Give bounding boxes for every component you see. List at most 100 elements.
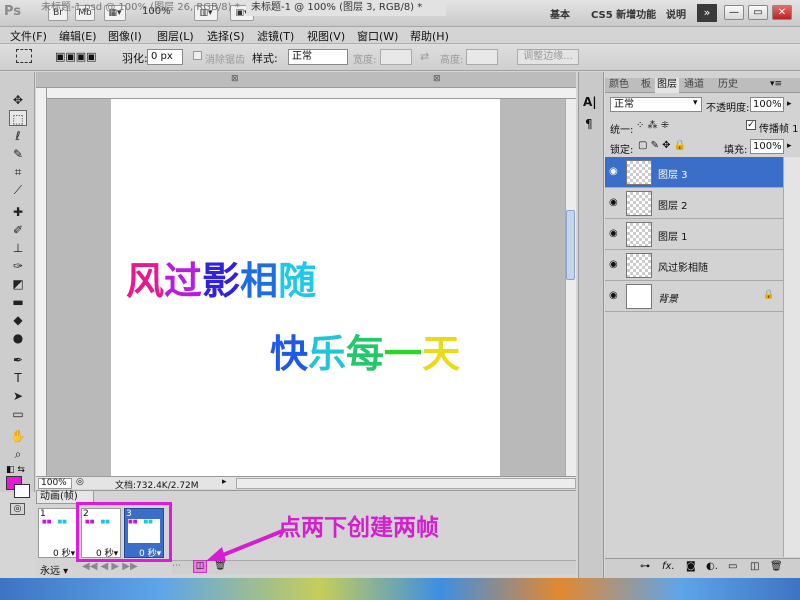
layer-name[interactable]: 背景 [658,290,678,305]
propagate-frame-checkbox[interactable]: ✓ [746,120,756,130]
crop-tool-icon[interactable]: ⌗ [9,164,27,180]
playback-controls-icon[interactable]: ◀◀ ◀ ▶ ▶▶ [82,561,138,572]
opacity-slider-icon[interactable]: ▸ [787,99,792,109]
animation-frame[interactable]: 1 ■■ ■■ 0 秒▾ [38,508,78,559]
opacity-input[interactable]: 100% [750,97,784,112]
eye-icon[interactable]: ◉ [609,290,621,301]
hand-tool-icon[interactable]: ✋ [9,428,27,444]
chevron-down-icon[interactable]: ▾ [693,98,698,108]
blur-tool-icon[interactable]: ◆ [9,312,27,328]
menu-select[interactable]: 选择(S) [207,28,245,44]
tab-layers[interactable]: 图层 [655,78,679,93]
tab-channels[interactable]: 通道 [684,78,704,93]
tab-history[interactable]: 历史 [718,78,738,93]
menu-help[interactable]: 帮助(H) [410,28,449,44]
close-button[interactable]: ✕ [772,5,792,20]
tab-swatches[interactable]: 板 [641,78,651,93]
eye-icon[interactable]: ◉ [609,228,621,239]
minimize-button[interactable]: — [724,5,744,20]
quick-mask-icon[interactable]: ◎ [10,503,25,515]
stamp-tool-icon[interactable]: ⊥ [9,240,27,256]
vertical-scroll-thumb[interactable] [566,210,575,280]
path-select-tool-icon[interactable]: ➤ [9,388,27,404]
layer-name[interactable]: 图层 3 [658,166,688,181]
style-select[interactable]: 正常 [288,49,348,65]
status-menu-icon[interactable]: ◎ [76,477,84,487]
refine-edge-button[interactable]: 调整边缘... [517,49,579,65]
frame-delay[interactable]: 0 秒▾ [53,546,75,559]
width-input[interactable] [380,49,412,65]
menu-edit[interactable]: 编辑(E) [59,28,97,44]
horizontal-scrollbar[interactable] [236,478,576,489]
tab-color[interactable]: 颜色 [609,78,629,93]
blend-mode-select[interactable]: 正常 [610,97,702,112]
horizontal-ruler[interactable] [47,88,576,99]
new-group-icon[interactable]: ▭ [728,561,737,572]
loop-options-select[interactable]: 永远 ▾ [40,562,68,577]
height-input[interactable] [466,49,498,65]
layer-mask-icon[interactable]: ◙ [686,561,696,572]
lasso-tool-icon[interactable]: ℓ [9,128,27,144]
fill-slider-icon[interactable]: ▸ [787,141,792,151]
unify-buttons-icon[interactable]: ⁘ ⁂ ⁜ [636,120,669,131]
feather-input[interactable]: 0 px [147,49,183,65]
layer-row[interactable]: ◉ 背景 🔒 [605,281,783,312]
layer-name[interactable]: 风过影相随 [658,259,708,274]
menu-file[interactable]: 文件(F) [10,28,47,44]
new-layer-icon[interactable]: ◫ [750,561,759,572]
dodge-tool-icon[interactable]: ● [9,330,27,346]
delete-layer-icon[interactable]: 🗑 [770,561,783,572]
antialias-checkbox[interactable] [193,51,202,60]
type-tool-icon[interactable]: T [9,370,27,386]
layer-style-icon[interactable]: fx. [662,561,675,572]
layer-row[interactable]: ◉ 风过影相随 [605,250,783,281]
lock-buttons-icon[interactable]: ▢ ✎ ✥ 🔒 [638,140,686,151]
history-brush-tool-icon[interactable]: ✑ [9,258,27,274]
quick-select-tool-icon[interactable]: ✎ [9,146,27,162]
status-zoom-input[interactable]: 100% [38,478,72,489]
menu-image[interactable]: 图像(I) [108,28,142,44]
eye-icon[interactable]: ◉ [609,166,621,177]
paragraph-panel-icon[interactable]: ¶ [585,117,593,131]
tab-document-2[interactable]: 未标题-1 @ 100% (图层 3, RGB/8) * [246,0,446,16]
link-layers-icon[interactable]: ⊶ [640,561,650,572]
adjustment-layer-icon[interactable]: ◐. [706,561,718,572]
tab-document-1[interactable]: 未标题-1.psd @ 100% (图层 26, RGB/8) * [36,0,246,16]
background-color-swatch[interactable] [14,484,30,498]
panel-menu-icon[interactable]: ▾≡ [770,79,782,89]
layer-name[interactable]: 图层 1 [658,228,688,243]
menu-filter[interactable]: 滤镜(T) [257,28,294,44]
move-tool-icon[interactable]: ✥ [9,92,27,108]
vertical-scrollbar[interactable] [565,99,576,476]
close-tab-2-icon[interactable]: ⊠ [433,74,441,84]
workspace-cs5-new[interactable]: CS5 新增功能 [591,6,656,21]
layer-row[interactable]: ◉ 图层 2 [605,188,783,219]
character-panel-icon[interactable]: A| [583,95,597,109]
menu-view[interactable]: 视图(V) [307,28,345,44]
default-colors-icon[interactable]: ◧ ⇆ [6,465,25,475]
fill-input[interactable]: 100% [750,139,784,154]
vertical-ruler[interactable] [36,88,47,476]
shape-tool-icon[interactable]: ▭ [9,406,27,422]
eye-icon[interactable]: ◉ [609,259,621,270]
layer-row[interactable]: ◉ 图层 1 [605,219,783,250]
brush-tool-icon[interactable]: ✐ [9,222,27,238]
layer-name[interactable]: 图层 2 [658,197,688,212]
eyedropper-tool-icon[interactable]: ⟋ [9,182,27,198]
gradient-tool-icon[interactable]: ▬ [9,294,27,310]
pen-tool-icon[interactable]: ✒ [9,352,27,368]
marquee-tool-icon[interactable]: ⬚ [9,110,27,126]
workspace-essentials[interactable]: 基本 [550,6,570,21]
help-menu[interactable]: 说明 [666,6,686,21]
layers-scrollbar[interactable] [783,157,800,557]
selection-mode-icon[interactable]: ▣▣▣▣ [55,50,97,63]
restore-button[interactable]: ▭ [748,5,768,20]
status-arrow-icon[interactable]: ▸ [222,477,227,487]
menu-layer[interactable]: 图层(L) [157,28,194,44]
eye-icon[interactable]: ◉ [609,197,621,208]
healing-brush-tool-icon[interactable]: ✚ [9,204,27,220]
marquee-tool-preset-icon[interactable] [16,49,32,63]
tween-icon[interactable]: ⋯ [172,561,181,571]
close-tab-1-icon[interactable]: ⊠ [231,74,239,84]
layer-row[interactable]: ◉ 图层 3 [605,157,783,188]
